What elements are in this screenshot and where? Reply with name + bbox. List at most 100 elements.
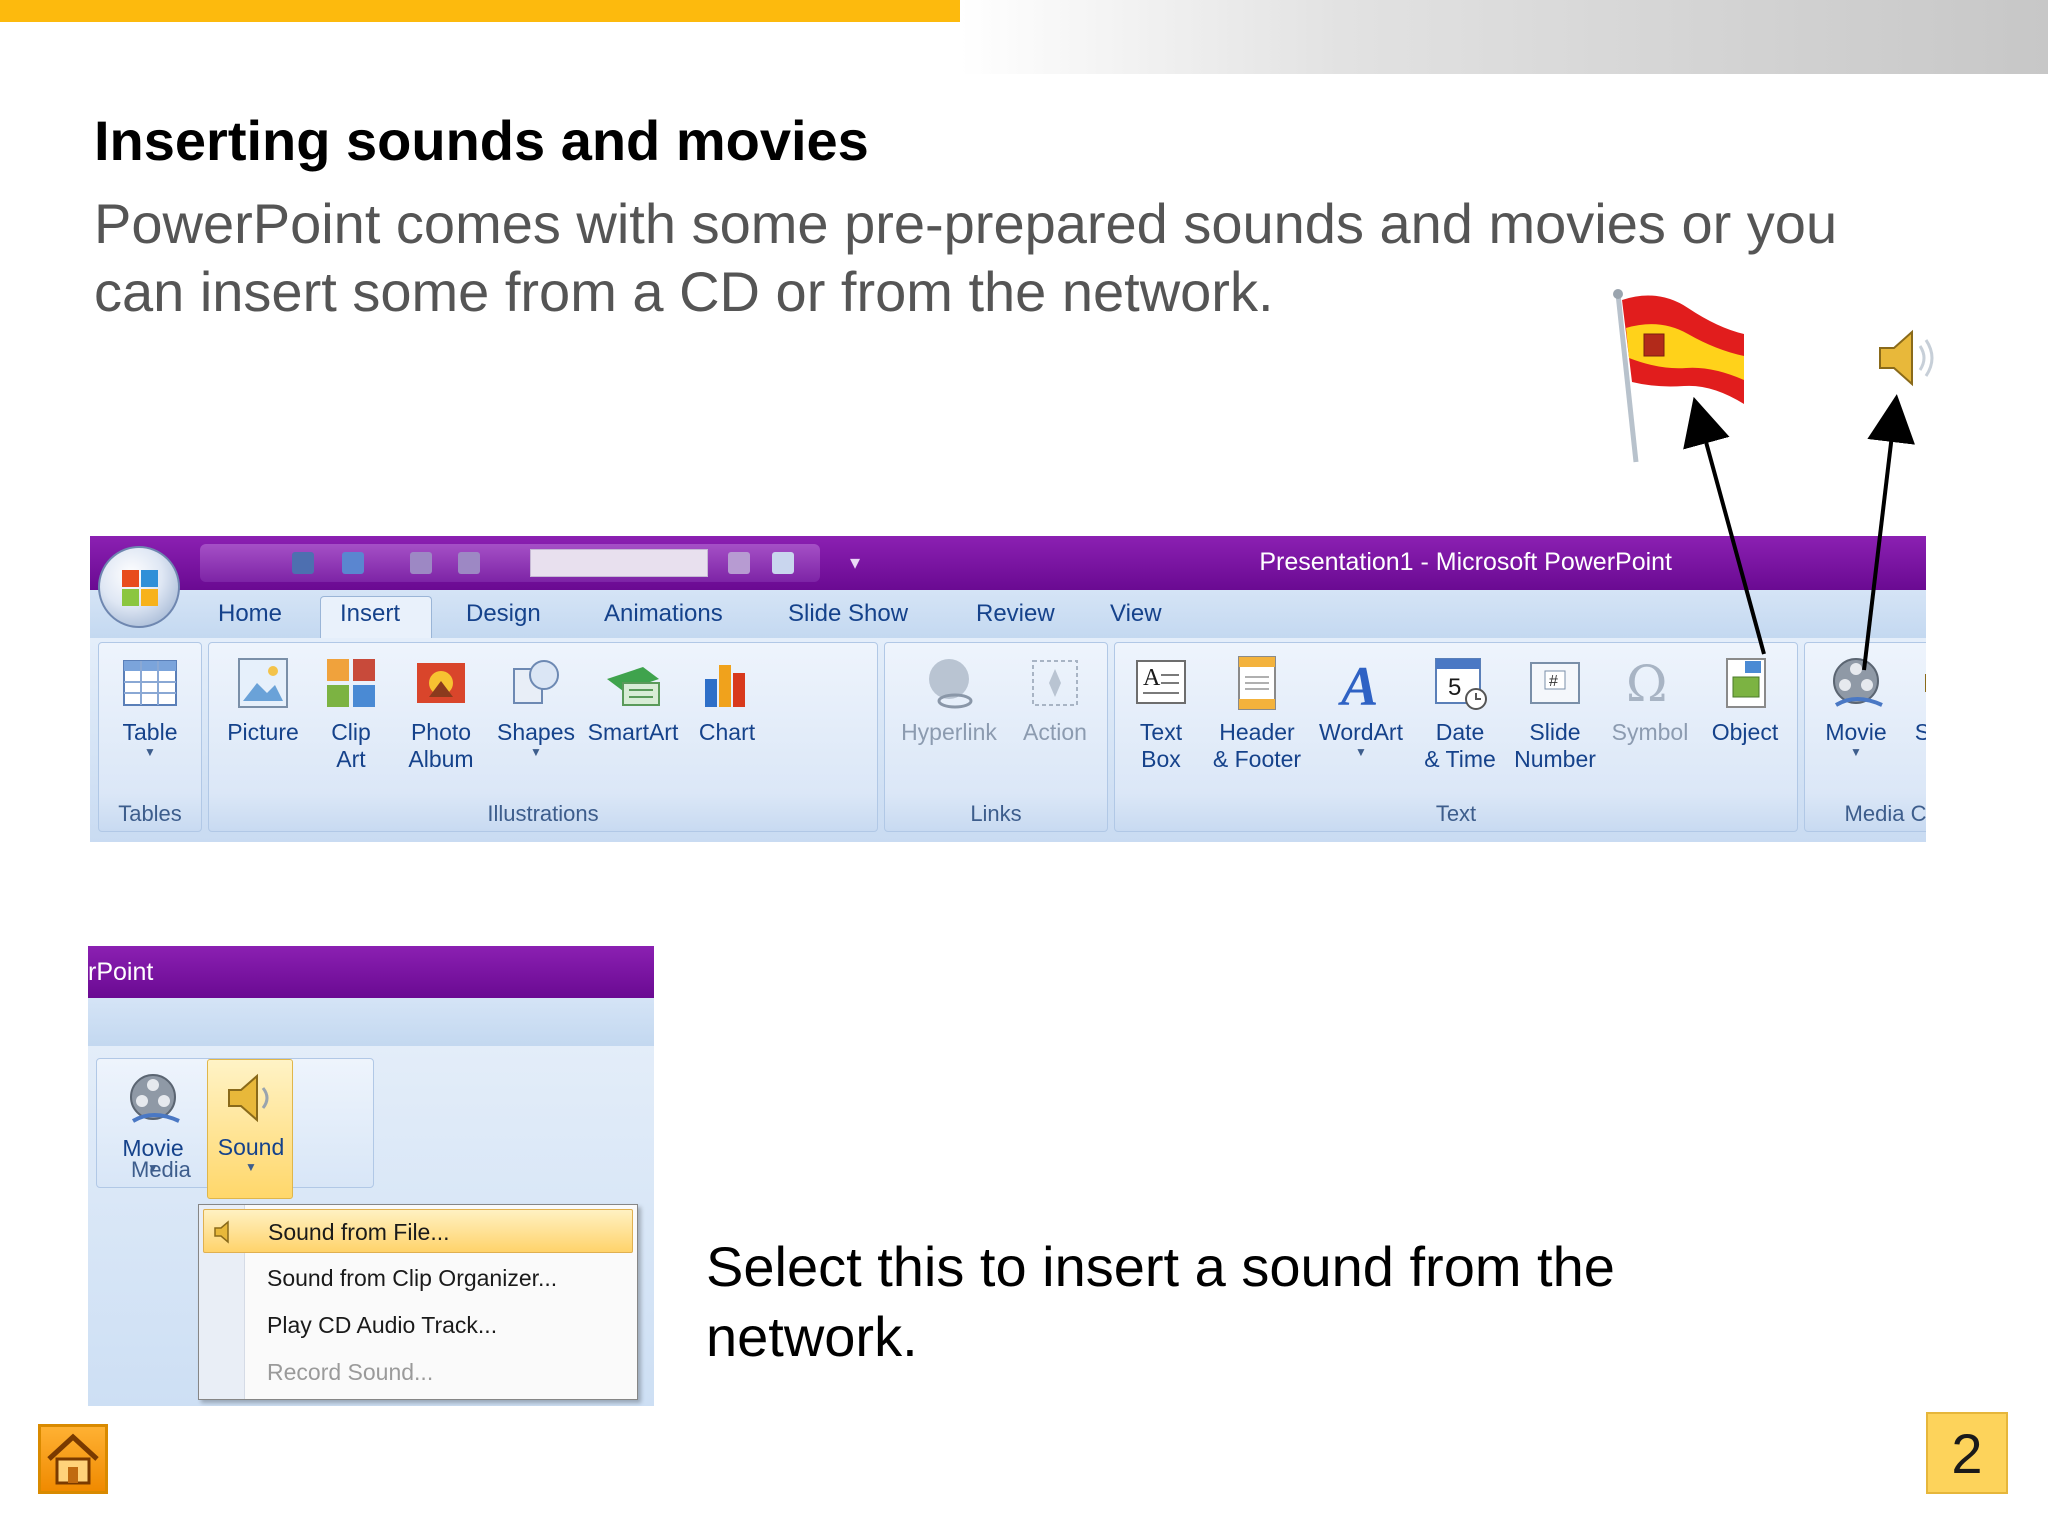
object-label: Object [1711,719,1779,745]
wordart-button[interactable]: A WordArt ▼ [1311,645,1411,758]
slide-caption: Select this to insert a sound from the n… [706,1235,1615,1368]
home-icon [47,1433,99,1485]
date-time-button[interactable]: 5 Date & Time [1415,645,1505,773]
svg-text:Ω: Ω [1626,655,1667,713]
menu-item-label: Play CD Audio Track... [267,1312,498,1338]
ribbon-tab-bar: Home Insert Design Animations Slide Show… [90,590,1926,642]
slide-body-text: PowerPoint comes with some pre-prepared … [94,192,1838,323]
picture-icon [233,653,293,713]
redo-icon[interactable] [410,552,432,574]
svg-text:A: A [1338,656,1378,713]
save-icon[interactable] [292,552,314,574]
tab-home[interactable]: Home [218,600,282,628]
page-number: 2 [1926,1412,2008,1494]
tab-view[interactable]: View [1110,600,1162,628]
object-button[interactable]: Object [1699,645,1791,746]
shape-icon[interactable] [728,552,750,574]
tab-design[interactable]: Design [466,600,541,628]
slide-number-label: Slide Number [1514,719,1596,772]
chart-button[interactable]: Chart [687,645,767,746]
svg-text:A: A [1143,665,1161,691]
menu-item-record-sound[interactable]: Record Sound... [203,1350,633,1394]
symbol-label: Symbol [1611,719,1689,745]
shapes-button[interactable]: Shapes ▼ [493,645,579,758]
home-button[interactable] [38,1424,108,1494]
sound-menu-screenshot: rPoint Movie ▼ Sound ▼ Media Sound from [88,946,654,1406]
menu-item-sound-from-clip-organizer[interactable]: Sound from Clip Organizer... [203,1256,633,1300]
movie-button[interactable]: Movie ▼ [1811,645,1901,758]
clip-art-button[interactable]: Clip Art [313,645,389,773]
title-bar: ▾ Presentation1 - Microsoft PowerPoint [90,536,1926,590]
ribbon-screenshot: ▾ Presentation1 - Microsoft PowerPoint H… [90,536,1926,842]
office-button[interactable] [98,546,180,628]
smartart-button[interactable]: SmartArt [583,645,683,746]
text-box-label: Text Box [1139,719,1183,772]
menu-item-label: Record Sound... [267,1359,434,1385]
chart-label: Chart [698,719,756,745]
slide-number-button[interactable]: # Slide Number [1509,645,1601,773]
action-icon [1025,653,1085,713]
smartart-label: SmartArt [587,719,679,745]
window-title: Presentation1 - Microsoft PowerPoint [1259,548,1672,576]
tab-animations[interactable]: Animations [604,600,723,628]
chevron-down-icon: ▼ [144,745,156,759]
tab-insert[interactable]: Insert [340,600,400,628]
ribbon-tab-bar [88,998,654,1046]
hyperlink-label: Hyperlink [901,719,997,745]
group-label-text: Text [1435,801,1477,826]
table-label: Table [122,719,178,745]
menu-item-sound-from-file[interactable]: Sound from File... [203,1209,633,1253]
sound-button[interactable]: Sound ▼ [1903,645,1926,758]
tab-review[interactable]: Review [976,600,1055,628]
customize-qat-icon[interactable]: ▾ [850,550,860,575]
symbol-button[interactable]: Ω Symbol [1605,645,1695,746]
picture-label: Picture [227,719,299,745]
group-label-media: Media [131,1157,191,1182]
shapes-label: Shapes [496,719,575,745]
menu-item-play-cd-audio-track[interactable]: Play CD Audio Track... [203,1303,633,1347]
table-button[interactable]: Table ▼ [105,645,195,758]
chevron-down-icon: ▼ [1355,745,1367,759]
speaker-icon [1879,329,1934,387]
bullets-icon[interactable] [458,552,480,574]
group-tables: Table ▼ Tables [98,642,202,832]
slide-title: Inserting sounds and movies [94,109,869,172]
text-box-icon: A [1131,653,1191,713]
chart-icon [697,653,757,713]
menu-item-label: Sound from Clip Organizer... [267,1265,558,1291]
movie-icon [123,1069,183,1129]
movie-icon [1826,653,1886,713]
spain-flag-icon [1613,289,1744,463]
window-title-fragment: rPoint [88,958,154,986]
header-gradient-bar [960,0,2048,74]
header-footer-button[interactable]: Header & Footer [1205,645,1309,773]
picture-button[interactable]: Picture [217,645,309,746]
photo-album-label: Photo Album [408,719,474,772]
movie-label: Movie [1825,719,1887,745]
arrange-icon[interactable] [772,552,794,574]
group-label-tables: Tables [118,801,182,826]
sound-label: Sound [1914,719,1926,745]
object-icon [1715,653,1775,713]
speaker-icon [214,1220,229,1244]
photo-album-button[interactable]: Photo Album [393,645,489,773]
header-footer-icon [1227,653,1287,713]
undo-icon[interactable] [342,552,364,574]
group-label-media-clips: Media Clips [1844,801,1926,826]
hyperlink-icon [919,653,979,713]
text-box-button[interactable]: A Text Box [1121,645,1201,773]
hyperlink-button[interactable]: Hyperlink [893,645,1005,746]
table-icon [120,653,180,713]
tab-slide-show[interactable]: Slide Show [788,600,908,628]
action-label: Action [1023,719,1087,745]
group-media-clips: Movie ▼ Sound ▼ Media Clips [1804,642,1926,832]
photo-album-icon [411,653,471,713]
svg-text:5: 5 [1448,674,1461,701]
action-button[interactable]: Action [1009,645,1101,746]
svg-text:#: # [1549,673,1558,690]
symbol-icon: Ω [1620,653,1680,713]
shapes-icon [506,653,566,713]
group-media-clips: Movie ▼ Sound ▼ Media [96,1058,374,1199]
clip-art-label: Clip Art [331,719,371,772]
font-combo[interactable] [530,549,708,577]
